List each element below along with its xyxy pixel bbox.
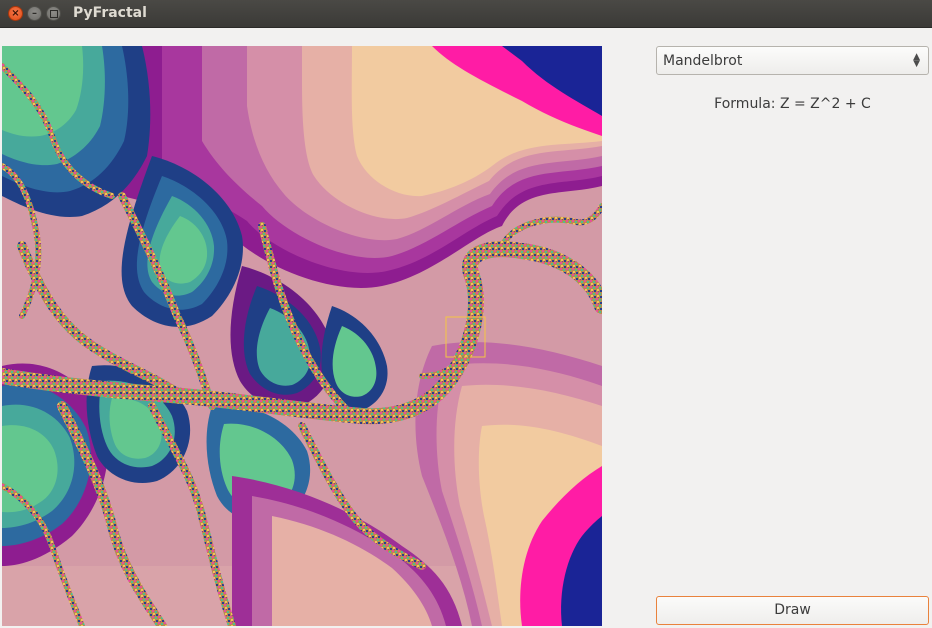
fractal-type-value: Mandelbrot xyxy=(663,53,743,69)
minimize-window-button[interactable]: – xyxy=(27,6,42,21)
maximize-window-button[interactable] xyxy=(46,6,61,21)
fractal-image xyxy=(2,46,602,626)
fractal-type-select[interactable]: Mandelbrot ▲ ▼ xyxy=(656,46,929,75)
window-title: PyFractal xyxy=(73,5,147,21)
maximize-icon xyxy=(49,9,58,18)
formula-label: Formula: Z = Z^2 + C xyxy=(714,96,871,112)
close-window-button[interactable]: × xyxy=(8,6,23,21)
select-arrows-icon: ▲ ▼ xyxy=(913,52,920,69)
draw-button[interactable]: Draw xyxy=(656,596,929,625)
fractal-canvas[interactable] xyxy=(2,46,602,626)
window-titlebar: × – PyFractal xyxy=(0,0,932,28)
close-icon: × xyxy=(11,7,20,19)
minimize-icon: – xyxy=(32,7,37,19)
